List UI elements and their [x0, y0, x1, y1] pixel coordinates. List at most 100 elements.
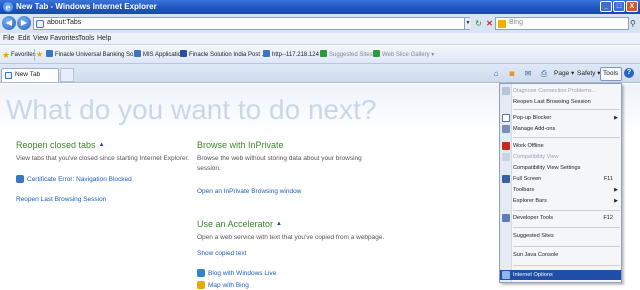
close-button[interactable]: X	[626, 1, 638, 12]
menu-help[interactable]: Help	[97, 35, 111, 42]
favorite-item[interactable]: Finacle Universal Banking So...	[46, 50, 138, 61]
title-bar: e New Tab - Windows Internet Explorer _ …	[0, 0, 640, 14]
web-slice-gallery-button[interactable]: Web Slice Gallery ▾	[373, 50, 434, 61]
reopen-tab-link[interactable]: Certificate Error: Navigation Blocked	[16, 175, 132, 183]
menu-separator	[513, 246, 620, 247]
developer-tools-icon	[502, 214, 510, 222]
blog-with-windows-live-link[interactable]: Blog with Windows Live	[197, 269, 276, 277]
favorites-star-icon: ★	[2, 50, 11, 60]
submenu-arrow-icon: ▶	[614, 187, 618, 193]
window-controls: _ □ X	[600, 1, 638, 12]
menu-view[interactable]: View	[33, 35, 48, 42]
map-with-bing-link[interactable]: Map with Bing	[197, 281, 249, 289]
reopen-closed-tabs-heading[interactable]: Reopen closed tabs ▲	[16, 140, 105, 150]
menu-edit[interactable]: Edit	[18, 35, 30, 42]
menu-item-suggested-sites[interactable]: Suggested Sites	[500, 231, 621, 241]
feeds-icon[interactable]: ◙	[507, 68, 517, 79]
full-screen-icon	[502, 175, 510, 183]
menu-bar: File Edit View Favorites Tools Help	[0, 33, 640, 45]
stop-icon[interactable]: ✕	[484, 18, 495, 29]
refresh-icon[interactable]: ↻	[473, 18, 484, 29]
accelerator-heading[interactable]: Use an Accelerator ▲	[197, 219, 282, 229]
search-placeholder: Bing	[509, 19, 524, 26]
tools-menu-button[interactable]: Tools ▾	[600, 67, 622, 89]
menu-file[interactable]: File	[3, 35, 14, 42]
menu-item-diagnose-connection[interactable]: Diagnose Connection Problems...	[500, 86, 621, 96]
new-tab-button[interactable]	[60, 68, 74, 82]
internet-options-icon	[502, 271, 510, 279]
menu-item-sun-java-console[interactable]: Sun Java Console	[500, 250, 621, 260]
help-button[interactable]: ?	[624, 68, 634, 78]
print-icon[interactable]: ⎙	[539, 68, 549, 79]
minimize-button[interactable]: _	[600, 1, 612, 12]
addons-icon	[502, 125, 510, 133]
menu-item-reopen-last-session[interactable]: Reopen Last Browsing Session	[500, 97, 621, 107]
windows-live-icon	[197, 269, 205, 277]
menu-item-work-offline[interactable]: Work Offline	[500, 141, 621, 151]
web-slice-icon	[373, 50, 380, 57]
tab-row: New Tab ⌂ ◙ ✉ ⎙ Page ▾ Safety ▾ Tools ▾ …	[0, 64, 640, 89]
menu-favorites[interactable]: Favorites	[50, 35, 79, 42]
tab-new-tab[interactable]: New Tab	[1, 68, 59, 82]
ie-page-icon	[16, 175, 24, 183]
safety-menu-button[interactable]: Safety ▾	[577, 69, 601, 79]
maximize-button[interactable]: □	[613, 1, 625, 12]
reopen-description: View tabs that you've closed since start…	[16, 155, 190, 162]
address-value: about:Tabs	[47, 19, 82, 26]
menu-separator	[513, 210, 620, 211]
favorites-bar: ★ Favorites ★ Finacle Universal Banking …	[0, 46, 640, 64]
collapse-icon[interactable]: ▲	[276, 221, 282, 227]
page-icon	[134, 50, 141, 57]
page-title: What do you want to do next?	[6, 94, 377, 125]
page-icon	[180, 50, 187, 57]
favorite-item[interactable]: http--117.218.124	[263, 50, 319, 61]
address-dropdown-button[interactable]: ▼	[464, 18, 471, 29]
submenu-arrow-icon: ▶	[614, 198, 618, 204]
inprivate-link[interactable]: Open an InPrivate Browsing window	[197, 188, 301, 195]
menu-item-full-screen[interactable]: Full Screen F11	[500, 174, 621, 184]
favorites-button[interactable]: Favorites	[11, 50, 36, 61]
page-icon	[36, 20, 44, 28]
favorite-item[interactable]: MIS Application	[134, 50, 184, 61]
menu-item-explorer-bars[interactable]: Explorer Bars ▶	[500, 196, 621, 206]
bing-icon	[498, 20, 506, 28]
add-favorite-icon[interactable]: ★	[36, 50, 43, 59]
menu-separator	[513, 227, 620, 228]
menu-separator	[513, 265, 620, 266]
forward-button[interactable]: ▶	[17, 16, 31, 30]
menu-item-developer-tools[interactable]: Developer Tools F12	[500, 213, 621, 223]
work-offline-icon	[502, 142, 510, 150]
accelerator-description: Open a web service with text that you've…	[197, 234, 385, 241]
back-button[interactable]: ◀	[2, 16, 16, 30]
page-icon	[263, 50, 270, 57]
address-row: ◀ ▶ about:Tabs ▼ ↻ ✕ Bing ⚲	[0, 14, 640, 33]
read-mail-icon[interactable]: ✉	[523, 68, 533, 79]
menu-item-toolbars[interactable]: Toolbars ▶	[500, 185, 621, 195]
menu-separator	[513, 137, 620, 138]
address-bar[interactable]: about:Tabs	[33, 17, 470, 30]
submenu-arrow-icon: ▶	[614, 115, 618, 121]
tab-label: New Tab	[15, 71, 41, 78]
inprivate-description: Browse the web without storing data abou…	[197, 155, 362, 172]
search-input[interactable]: Bing	[495, 17, 629, 30]
reopen-last-session-link[interactable]: Reopen Last Browsing Session	[16, 196, 106, 203]
favorite-item[interactable]: Finacle Solution India Post ...	[180, 50, 267, 61]
menu-item-compatibility-settings[interactable]: Compatibility View Settings	[500, 163, 621, 173]
inprivate-heading: Browse with InPrivate	[197, 140, 284, 150]
menu-item-compatibility-view[interactable]: Compatibility View	[500, 152, 621, 162]
page-menu-button[interactable]: Page ▾	[554, 69, 574, 79]
menu-item-internet-options[interactable]: Internet Options	[500, 270, 621, 280]
suggested-sites-button[interactable]: Suggested Sites ▾	[320, 50, 377, 61]
search-icon[interactable]: ⚲	[630, 18, 639, 29]
menu-item-popup-blocker[interactable]: Pop-up Blocker ▶	[500, 113, 621, 123]
menu-tools[interactable]: Tools	[78, 35, 94, 42]
favorites-separator	[34, 49, 35, 61]
compatibility-view-icon	[502, 153, 510, 161]
suggested-sites-icon	[320, 50, 327, 57]
window-title: New Tab - Windows Internet Explorer	[16, 2, 157, 11]
menu-item-manage-addons[interactable]: Manage Add-ons	[500, 124, 621, 134]
collapse-icon[interactable]: ▲	[99, 142, 105, 148]
page-icon	[5, 72, 12, 79]
home-icon[interactable]: ⌂	[491, 68, 501, 79]
show-copied-text-link[interactable]: Show copied text	[197, 250, 247, 257]
